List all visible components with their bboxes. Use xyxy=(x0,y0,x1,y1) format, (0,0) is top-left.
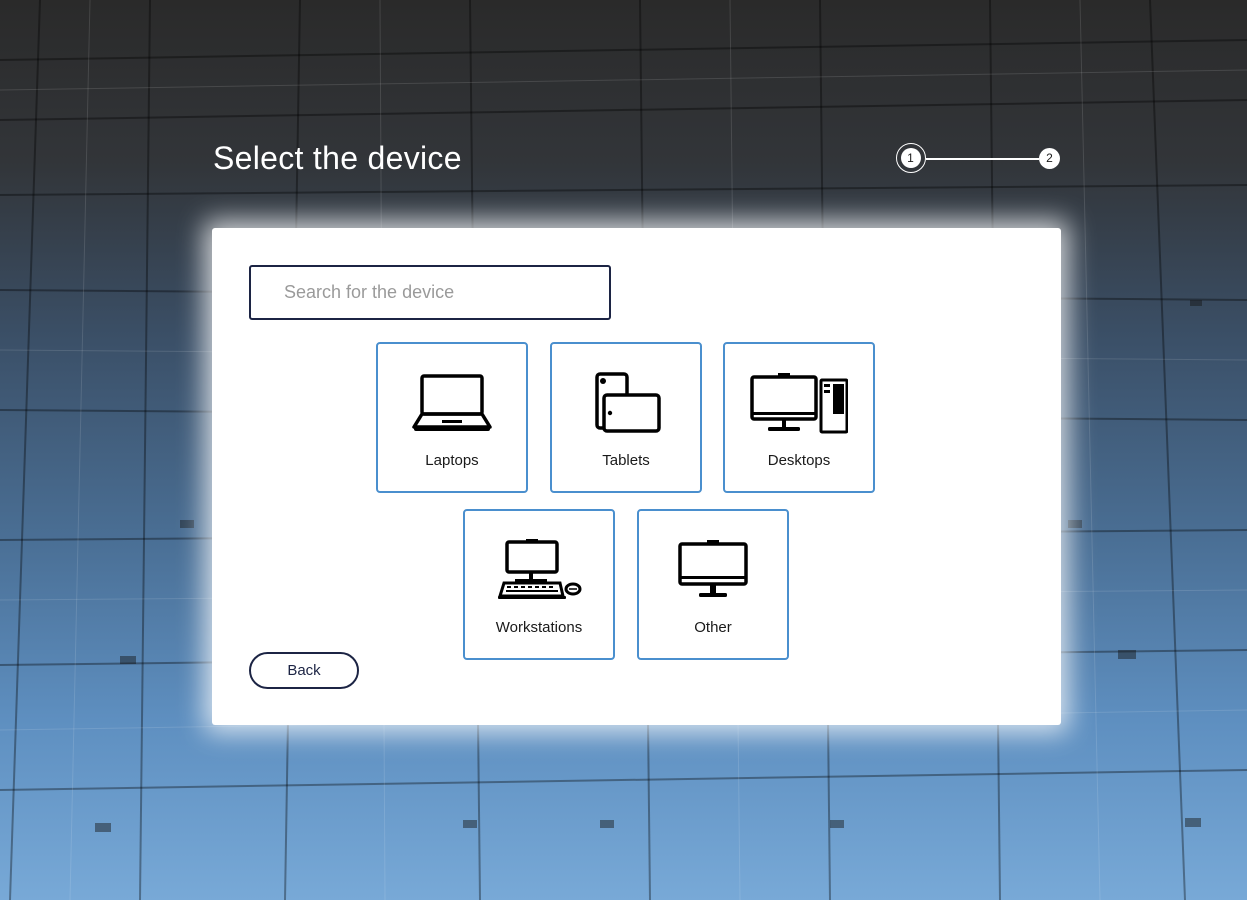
back-button[interactable]: Back xyxy=(249,652,359,689)
device-search-input[interactable] xyxy=(249,265,611,320)
device-label-tablets: Tablets xyxy=(602,452,650,469)
device-tile-desktops[interactable]: Desktops xyxy=(723,342,875,493)
step-1-indicator: 1 xyxy=(900,147,921,168)
device-tile-workstations[interactable]: Workstations xyxy=(463,509,615,660)
device-label-workstations: Workstations xyxy=(495,619,583,636)
device-label-desktops: Desktops xyxy=(767,452,831,469)
device-label-laptops: Laptops xyxy=(425,452,479,469)
desktop-tower-icon xyxy=(725,372,873,438)
device-label-other: Other xyxy=(694,619,732,636)
page-title: Select the device xyxy=(213,140,462,176)
tablet-icon xyxy=(552,372,700,438)
workstation-icon xyxy=(465,539,613,605)
monitor-icon xyxy=(639,539,787,605)
progress-stepper: 1 2 xyxy=(896,143,1066,177)
step-2-indicator: 2 xyxy=(1039,148,1060,169)
device-tile-laptops[interactable]: Laptops xyxy=(376,342,528,493)
laptop-icon xyxy=(378,372,526,438)
step-1-ring: 1 xyxy=(896,143,926,173)
device-selection-card: Laptops Tablets xyxy=(212,228,1061,725)
device-tile-other[interactable]: Other xyxy=(637,509,789,660)
step-connector-line xyxy=(926,158,1039,160)
device-tile-tablets[interactable]: Tablets xyxy=(550,342,702,493)
